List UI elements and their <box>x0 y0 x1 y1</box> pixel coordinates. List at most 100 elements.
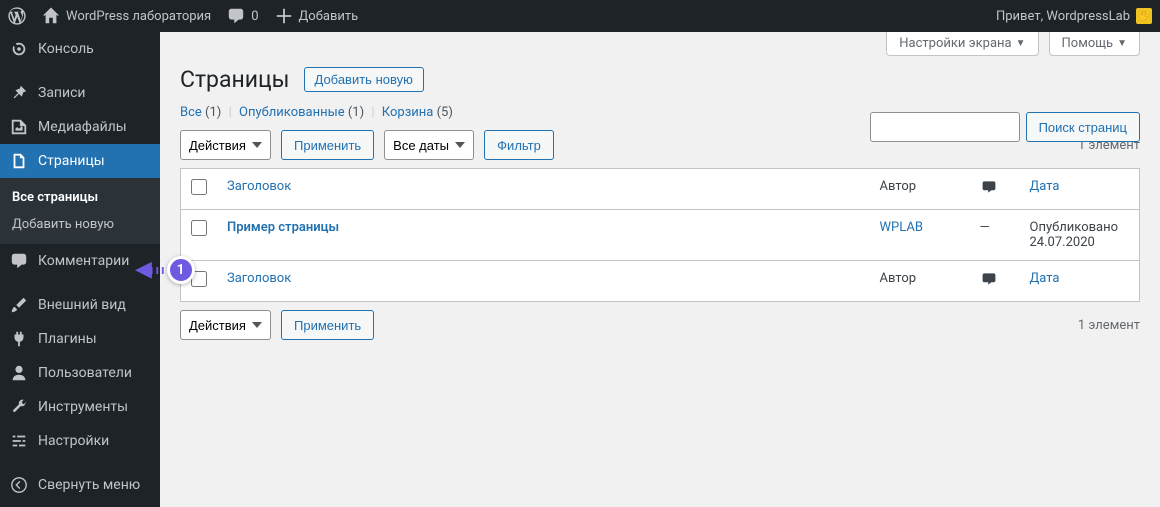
sidebar-label: Настройки <box>38 433 109 449</box>
table-row: Пример страницы WPLAB — Опубликовано 24.… <box>181 210 1140 261</box>
wrench-icon <box>10 398 28 416</box>
table-footer-row: Заголовок Автор Дата <box>181 261 1140 302</box>
dashboard-icon <box>10 40 28 58</box>
add-new-link[interactable]: Добавить <box>275 7 359 25</box>
add-new-label: Добавить <box>299 9 359 24</box>
brush-icon <box>10 296 28 314</box>
apply-button[interactable]: Применить <box>281 130 374 160</box>
filter-trash-count: (5) <box>437 105 453 120</box>
apply-button-bottom[interactable]: Применить <box>281 310 374 340</box>
pages-table: Заголовок Автор Дата Пример страницы WPL… <box>180 168 1140 302</box>
annotation-marker: ◀ ııı 1 <box>135 256 195 284</box>
filter-published-count: (1) <box>348 105 364 120</box>
sidebar-label: Инструменты <box>38 399 128 415</box>
date-filter-select[interactable]: Все даты <box>384 130 474 160</box>
help-label: Помощь <box>1062 36 1114 51</box>
filter-trash[interactable]: Корзина <box>382 105 434 120</box>
sidebar-item-dashboard[interactable]: Консоль <box>0 32 160 66</box>
plugin-icon <box>10 330 28 348</box>
sidebar-submenu-pages: Все страницы Добавить новую <box>0 178 160 244</box>
avatar: ✋ <box>1136 8 1152 24</box>
site-name: WordPress лаборатория <box>66 9 211 24</box>
admin-bar: WordPress лаборатория 0 Добавить Привет,… <box>0 0 1160 32</box>
sidebar-label: Плагины <box>38 331 97 347</box>
col-title[interactable]: Заголовок <box>227 179 291 194</box>
comment-icon <box>227 7 245 25</box>
help-tab[interactable]: Помощь ▼ <box>1049 32 1140 56</box>
screen-meta-links: Настройки экрана ▼ Помощь ▼ <box>886 32 1140 56</box>
select-all-top[interactable] <box>191 179 207 195</box>
sidebar-item-settings[interactable]: Настройки <box>0 424 160 458</box>
row-date-status: Опубликовано <box>1030 220 1119 235</box>
main-content: Настройки экрана ▼ Помощь ▼ Страницы Доб… <box>160 32 1160 507</box>
sidebar-item-users[interactable]: Пользователи <box>0 356 160 390</box>
sliders-icon <box>10 432 28 450</box>
plus-icon <box>275 7 293 25</box>
sidebar-label: Свернуть меню <box>38 477 140 493</box>
table-header-row: Заголовок Автор Дата <box>181 169 1140 210</box>
wp-logo[interactable] <box>8 7 26 25</box>
sidebar-label: Записи <box>38 85 86 101</box>
row-title-link[interactable]: Пример страницы <box>227 220 339 235</box>
sidebar-label: Пользователи <box>38 365 132 381</box>
col-author-foot: Автор <box>870 261 970 302</box>
items-count-bottom: 1 элемент <box>1078 318 1140 333</box>
site-name-link[interactable]: WordPress лаборатория <box>42 7 211 25</box>
sidebar-label: Комментарии <box>38 253 129 269</box>
bulk-action-select[interactable]: Действия <box>180 130 271 160</box>
pin-icon <box>10 84 28 102</box>
comments-column-icon <box>980 271 998 287</box>
col-author: Автор <box>870 169 970 210</box>
col-title-foot[interactable]: Заголовок <box>227 271 291 286</box>
home-icon <box>42 7 60 25</box>
sidebar-label: Консоль <box>38 41 94 57</box>
howdy-text: Привет, WordpressLab <box>996 9 1130 24</box>
sidebar-item-posts[interactable]: Записи <box>0 76 160 110</box>
collapse-icon <box>10 476 28 494</box>
search-box: Поиск страниц <box>870 112 1140 142</box>
comments-column-icon <box>980 179 998 195</box>
sidebar-item-collapse[interactable]: Свернуть меню <box>0 468 160 502</box>
comments-count: 0 <box>251 9 258 24</box>
add-new-button[interactable]: Добавить новую <box>304 67 424 92</box>
sidebar-item-plugins[interactable]: Плагины <box>0 322 160 356</box>
col-date-foot[interactable]: Дата <box>1030 271 1060 286</box>
row-author-link[interactable]: WPLAB <box>880 220 923 235</box>
row-date-value: 24.07.2020 <box>1030 235 1095 250</box>
sidebar-item-appearance[interactable]: Внешний вид <box>0 288 160 322</box>
row-date: Опубликовано 24.07.2020 <box>1020 210 1140 261</box>
screen-options-tab[interactable]: Настройки экрана ▼ <box>886 32 1038 56</box>
comments-link[interactable]: 0 <box>227 7 258 25</box>
search-button[interactable]: Поиск страниц <box>1026 112 1140 142</box>
sidebar-subitem-all-pages[interactable]: Все страницы <box>0 184 160 211</box>
sidebar-label: Медиафайлы <box>38 119 127 135</box>
user-icon <box>10 364 28 382</box>
sidebar-item-media[interactable]: Медиафайлы <box>0 110 160 144</box>
admin-sidebar: Консоль Записи Медиафайлы Страницы Все с… <box>0 32 160 507</box>
chevron-down-icon: ▼ <box>1117 38 1127 49</box>
sidebar-subitem-add-new[interactable]: Добавить новую <box>0 211 160 238</box>
screen-options-label: Настройки экрана <box>899 36 1011 51</box>
page-icon <box>10 152 28 170</box>
arrow-dots: ııı <box>150 263 167 278</box>
howdy-link[interactable]: Привет, WordpressLab ✋ <box>996 8 1152 24</box>
row-checkbox[interactable] <box>191 220 207 236</box>
comments-icon <box>10 252 28 270</box>
sidebar-item-pages[interactable]: Страницы <box>0 144 160 178</box>
wordpress-icon <box>8 7 26 25</box>
media-icon <box>10 118 28 136</box>
col-date[interactable]: Дата <box>1030 179 1060 194</box>
row-comments: — <box>970 210 1020 261</box>
filter-button[interactable]: Фильтр <box>484 130 554 160</box>
sidebar-label: Внешний вид <box>38 297 126 313</box>
sidebar-label: Страницы <box>38 153 105 169</box>
filter-all[interactable]: Все <box>180 105 202 120</box>
tablenav-bottom: Действия Применить 1 элемент <box>180 310 1140 340</box>
annotation-number: 1 <box>167 256 195 284</box>
bulk-action-select-bottom[interactable]: Действия <box>180 310 271 340</box>
chevron-down-icon: ▼ <box>1016 38 1026 49</box>
sidebar-item-tools[interactable]: Инструменты <box>0 390 160 424</box>
page-title: Страницы <box>180 66 290 93</box>
filter-published[interactable]: Опубликованные <box>239 105 345 120</box>
search-input[interactable] <box>870 112 1020 142</box>
